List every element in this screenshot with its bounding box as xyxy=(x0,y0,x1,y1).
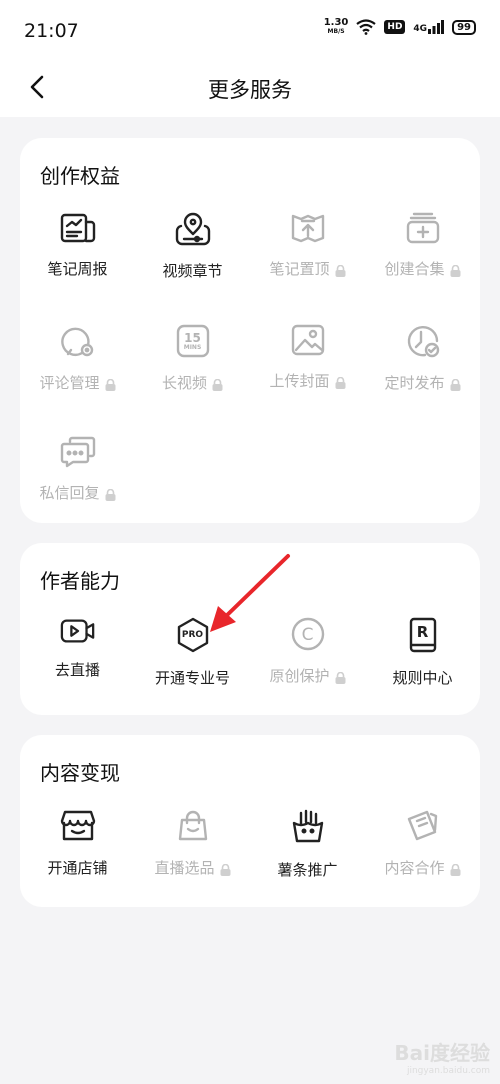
section-creation-rights: 创作权益 笔记周报 视频章节 笔记置顶 创建合集 评论管理 15 MINS 长视… xyxy=(20,138,480,523)
service-label: 视频章节 xyxy=(162,262,223,280)
service-go-live[interactable]: 去直播 xyxy=(20,617,135,679)
service-scheduled-publish[interactable]: 定时发布 xyxy=(365,324,480,392)
mins-unit: MINS xyxy=(183,344,202,351)
battery-icon: 99 xyxy=(452,19,476,35)
wifi-icon xyxy=(356,19,377,35)
service-weekly-report[interactable]: 笔记周报 xyxy=(20,212,135,278)
cooperation-icon xyxy=(405,809,441,843)
service-label: 笔记周报 xyxy=(47,260,108,278)
weekly-report-icon xyxy=(60,212,96,244)
service-message-reply[interactable]: 私信回复 xyxy=(20,436,135,502)
status-bar: 21:07 1.30 MB/S HD 4G 99 xyxy=(0,0,500,62)
lock-icon xyxy=(335,263,346,277)
fries-icon xyxy=(290,809,326,845)
long-video-icon: 15 MINS xyxy=(175,324,211,358)
message-reply-icon xyxy=(60,436,96,468)
service-label: 开通专业号 xyxy=(154,669,230,687)
service-rules-center[interactable]: R 规则中心 xyxy=(365,617,480,687)
lock-icon xyxy=(450,263,461,277)
service-label: 开通店铺 xyxy=(47,859,108,877)
watermark-url: jingyan.baidu.com xyxy=(406,1066,490,1076)
service-label: 私信回复 xyxy=(39,484,100,502)
lock-icon xyxy=(450,377,461,391)
service-label: 创建合集 xyxy=(384,260,445,278)
lock-icon xyxy=(220,862,231,876)
service-upload-cover[interactable]: 上传封面 xyxy=(250,324,365,390)
section-title: 内容变现 xyxy=(40,761,120,785)
service-label: 定时发布 xyxy=(384,374,445,392)
service-label: 直播选品 xyxy=(154,859,215,877)
service-open-shop[interactable]: 开通店铺 xyxy=(20,809,135,877)
lock-icon xyxy=(335,375,346,389)
lock-icon xyxy=(450,862,461,876)
service-fries-promotion[interactable]: 薯条推广 xyxy=(250,809,365,879)
watermark-brand: Bai度经验 xyxy=(394,1041,490,1065)
mins-number: 15 xyxy=(184,331,201,345)
service-label: 薯条推广 xyxy=(277,861,338,879)
nav-bar: 更多服务 xyxy=(0,62,500,117)
signal-icon: 4G xyxy=(413,20,445,34)
rules-book-icon: R xyxy=(405,617,441,653)
lock-icon xyxy=(212,377,223,391)
page-title: 更多服务 xyxy=(208,78,292,102)
shopping-bag-icon xyxy=(175,809,211,843)
status-time: 21:07 xyxy=(24,20,79,42)
section-title: 作者能力 xyxy=(40,569,120,593)
service-label: 评论管理 xyxy=(39,374,100,392)
live-camera-icon xyxy=(60,617,96,645)
section-content-monetization: 内容变现 开通店铺 直播选品 薯条推广 内容合作 xyxy=(20,735,480,907)
service-label: 上传封面 xyxy=(269,372,330,390)
lock-icon xyxy=(335,670,346,684)
service-create-collection[interactable]: 创建合集 xyxy=(365,212,480,278)
shop-icon xyxy=(60,809,96,843)
rules-letter: R xyxy=(416,623,429,641)
service-label: 原创保护 xyxy=(269,667,330,685)
service-label: 内容合作 xyxy=(384,859,445,877)
service-long-video[interactable]: 15 MINS 长视频 xyxy=(135,324,250,392)
comment-manage-icon xyxy=(60,324,96,358)
upload-cover-icon xyxy=(290,324,326,356)
annotation-arrow xyxy=(210,554,290,632)
service-comment-manage[interactable]: 评论管理 xyxy=(20,324,135,392)
pin-top-icon xyxy=(290,212,326,244)
service-label: 规则中心 xyxy=(392,669,453,687)
service-label: 长视频 xyxy=(161,374,207,392)
watermark: Bai度经验 jingyan.baidu.com xyxy=(394,1037,490,1076)
lock-icon xyxy=(105,377,116,391)
hd-badge: HD xyxy=(384,20,406,34)
scheduled-publish-icon xyxy=(405,324,441,358)
video-chapter-icon xyxy=(175,212,211,246)
service-content-cooperation[interactable]: 内容合作 xyxy=(365,809,480,877)
section-title: 创作权益 xyxy=(40,164,120,188)
service-label: 去直播 xyxy=(54,661,100,679)
service-video-chapter[interactable]: 视频章节 xyxy=(135,212,250,280)
collection-icon xyxy=(405,212,441,244)
network-speed: 1.30 MB/S xyxy=(323,17,349,36)
service-label: 笔记置顶 xyxy=(269,260,330,278)
lock-icon xyxy=(105,487,116,501)
service-pin-top[interactable]: 笔记置顶 xyxy=(250,212,365,278)
service-live-product-select[interactable]: 直播选品 xyxy=(135,809,250,877)
